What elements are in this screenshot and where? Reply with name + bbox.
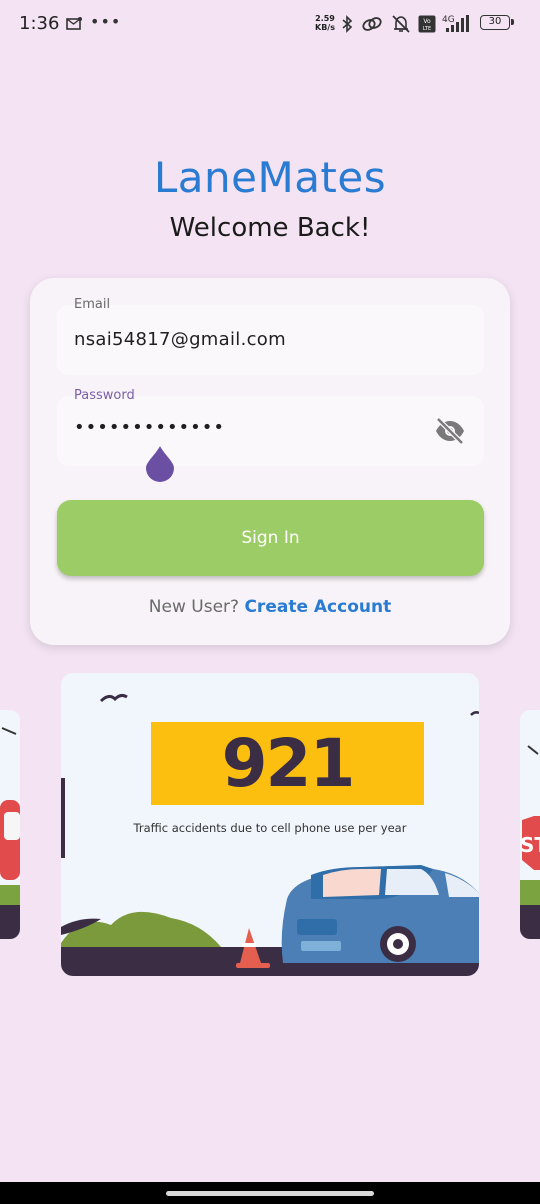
login-card: nsai54817@gmail.com Email ••••••••••••• …: [30, 278, 510, 645]
stop-sign-text: ST: [520, 833, 540, 857]
svg-text:Vo: Vo: [423, 18, 431, 25]
mute-icon: [390, 13, 412, 39]
battery-tip: [511, 19, 514, 25]
carousel-prev-card[interactable]: [0, 710, 20, 939]
battery-icon: 30: [480, 15, 514, 30]
net-speed-value: 2.59: [315, 14, 335, 23]
bluetooth-icon: [341, 15, 353, 37]
sign-in-button[interactable]: Sign In: [57, 500, 484, 576]
network-type: 4G: [442, 15, 455, 25]
volte-icon: Vo LTE: [418, 15, 436, 37]
status-time: 1:36: [19, 13, 60, 34]
carousel-card-stat[interactable]: 921 Traffic accidents due to cell phone …: [61, 673, 479, 976]
stat-caption: Traffic accidents due to cell phone use …: [133, 821, 407, 835]
battery-level: 30: [480, 15, 510, 30]
password-field[interactable]: •••••••••••••: [57, 396, 484, 466]
visibility-off-icon[interactable]: [434, 417, 466, 445]
email-field[interactable]: nsai54817@gmail.com: [57, 305, 484, 375]
navigation-bar: [0, 1182, 540, 1204]
email-label: Email: [74, 297, 111, 312]
more-icon: •••: [90, 12, 122, 31]
welcome-heading: Welcome Back!: [169, 213, 371, 243]
link-icon: [361, 15, 383, 37]
new-user-text: New User?: [148, 597, 240, 617]
svg-text:LTE: LTE: [423, 26, 431, 32]
app-title: LaneMates: [153, 153, 387, 202]
text-cursor-handle-icon[interactable]: [144, 444, 176, 486]
net-speed: 2.59 KB/s: [315, 14, 335, 32]
create-account-link[interactable]: Create Account: [244, 597, 391, 617]
stat-number: 921: [221, 725, 356, 802]
email-value: nsai54817@gmail.com: [74, 329, 286, 350]
new-user-row: New User? Create Account: [30, 597, 510, 617]
home-gesture-handle[interactable]: [166, 1191, 374, 1196]
password-value: •••••••••••••: [74, 417, 226, 438]
stat-highlight: 921: [151, 722, 424, 805]
password-label: Password: [74, 388, 135, 403]
net-speed-unit: KB/s: [315, 23, 335, 32]
mail-icon: [66, 16, 82, 35]
carousel-next-card[interactable]: ST: [520, 710, 540, 939]
status-bar: 1:36 ••• 2.59 KB/s Vo LTE 4G 30: [0, 0, 540, 48]
signal-icon: 4G: [440, 13, 472, 39]
